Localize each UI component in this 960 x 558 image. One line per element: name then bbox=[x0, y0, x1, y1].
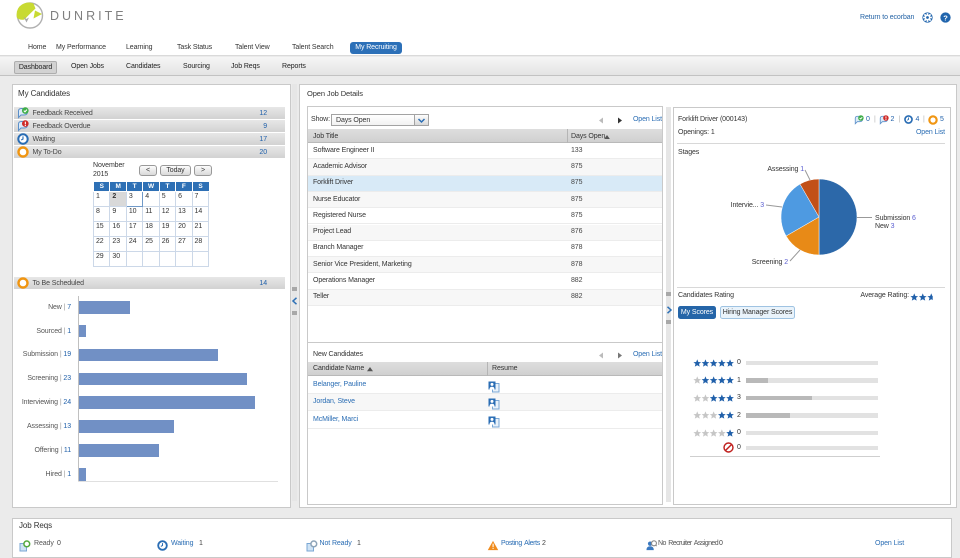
svg-text:?: ? bbox=[943, 13, 948, 22]
